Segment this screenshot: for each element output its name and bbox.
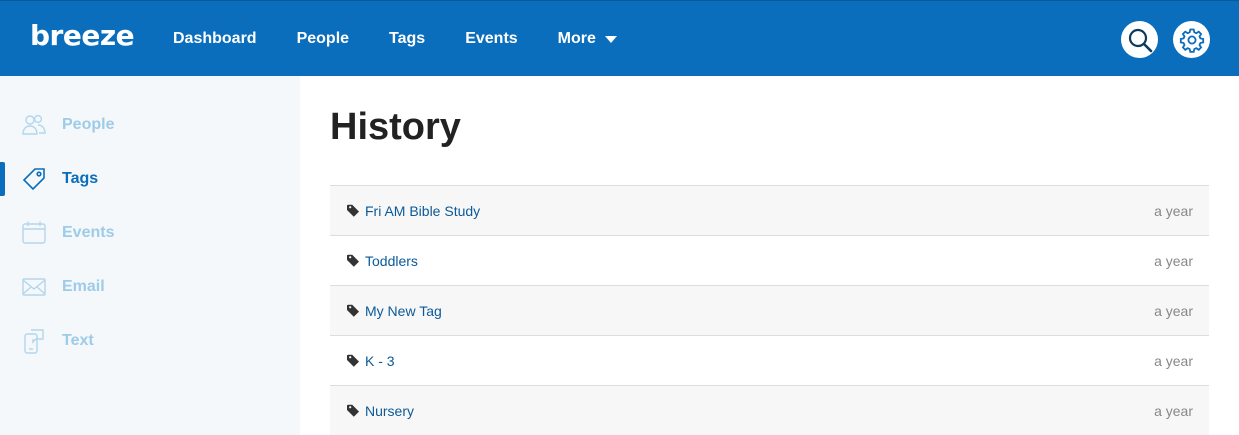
nav-tags-label: Tags: [389, 30, 426, 47]
sidebar-item-label: Tags: [62, 170, 99, 187]
nav-dashboard-label: Dashboard: [173, 30, 257, 47]
tag-link[interactable]: Fri AM Bible Study: [365, 203, 480, 219]
search-icon: [1128, 28, 1152, 52]
nav-events[interactable]: Events: [465, 30, 517, 48]
sidebar-item-label: Text: [62, 332, 94, 349]
main-nav: Dashboard People Tags Events More: [173, 1, 657, 77]
breeze-logo[interactable]: breeze: [30, 19, 135, 52]
sidebar-item-events[interactable]: Events: [0, 213, 300, 253]
tag-link[interactable]: K - 3: [365, 353, 395, 369]
tag-icon: [347, 204, 359, 217]
tag-icon: [22, 168, 45, 191]
nav-people-label: People: [296, 30, 350, 47]
history-row[interactable]: Toddlers a year: [330, 235, 1209, 285]
tag-icon: [347, 254, 359, 267]
tag-link[interactable]: Toddlers: [365, 253, 418, 269]
chevron-down-icon: [604, 35, 617, 43]
row-timestamp: a year: [1154, 302, 1193, 319]
history-row[interactable]: My New Tag a year: [330, 285, 1209, 335]
sidebar-item-text[interactable]: Text: [0, 321, 300, 361]
nav-events-label: Events: [465, 30, 518, 47]
top-icons: [1106, 21, 1210, 58]
settings-button[interactable]: [1173, 21, 1210, 58]
nav-people[interactable]: People: [297, 30, 349, 48]
tag-icon: [347, 404, 359, 417]
nav-more-label: More: [557, 30, 596, 47]
history-list: Fri AM Bible Study a year Toddlers a yea…: [330, 185, 1209, 435]
tag-link[interactable]: Nursery: [365, 403, 414, 419]
nav-tags[interactable]: Tags: [389, 30, 425, 48]
envelope-icon: [22, 278, 46, 296]
gear-icon: [1179, 28, 1204, 53]
top-navigation-bar: breeze Dashboard People Tags Events More: [0, 0, 1239, 76]
row-timestamp: a year: [1154, 202, 1193, 219]
active-indicator: [0, 162, 5, 196]
sidebar-item-tags[interactable]: Tags: [0, 159, 300, 199]
row-timestamp: a year: [1154, 352, 1193, 369]
tag-icon: [347, 304, 359, 317]
row-timestamp: a year: [1154, 402, 1193, 419]
search-button[interactable]: [1121, 21, 1158, 58]
calendar-icon: [22, 221, 46, 244]
sidebar-item-email[interactable]: Email: [0, 267, 300, 307]
row-timestamp: a year: [1154, 252, 1193, 269]
sidebar-item-label: Events: [62, 224, 115, 241]
tag-icon: [347, 354, 359, 367]
sidebar: People Tags Events Email Text: [0, 76, 300, 435]
sidebar-item-label: Email: [62, 278, 105, 295]
sidebar-item-label: People: [62, 116, 115, 133]
nav-dashboard[interactable]: Dashboard: [173, 30, 257, 48]
nav-more-dropdown[interactable]: More: [558, 30, 617, 48]
page-title: History: [330, 106, 461, 148]
history-row[interactable]: Nursery a year: [330, 385, 1209, 435]
history-row[interactable]: K - 3 a year: [330, 335, 1209, 385]
people-icon: [22, 114, 46, 135]
tag-link[interactable]: My New Tag: [365, 303, 442, 319]
phone-chat-icon: [24, 329, 44, 354]
main-content: History Fri AM Bible Study a year Toddle…: [300, 76, 1239, 435]
sidebar-item-people[interactable]: People: [0, 105, 300, 145]
history-row[interactable]: Fri AM Bible Study a year: [330, 185, 1209, 235]
